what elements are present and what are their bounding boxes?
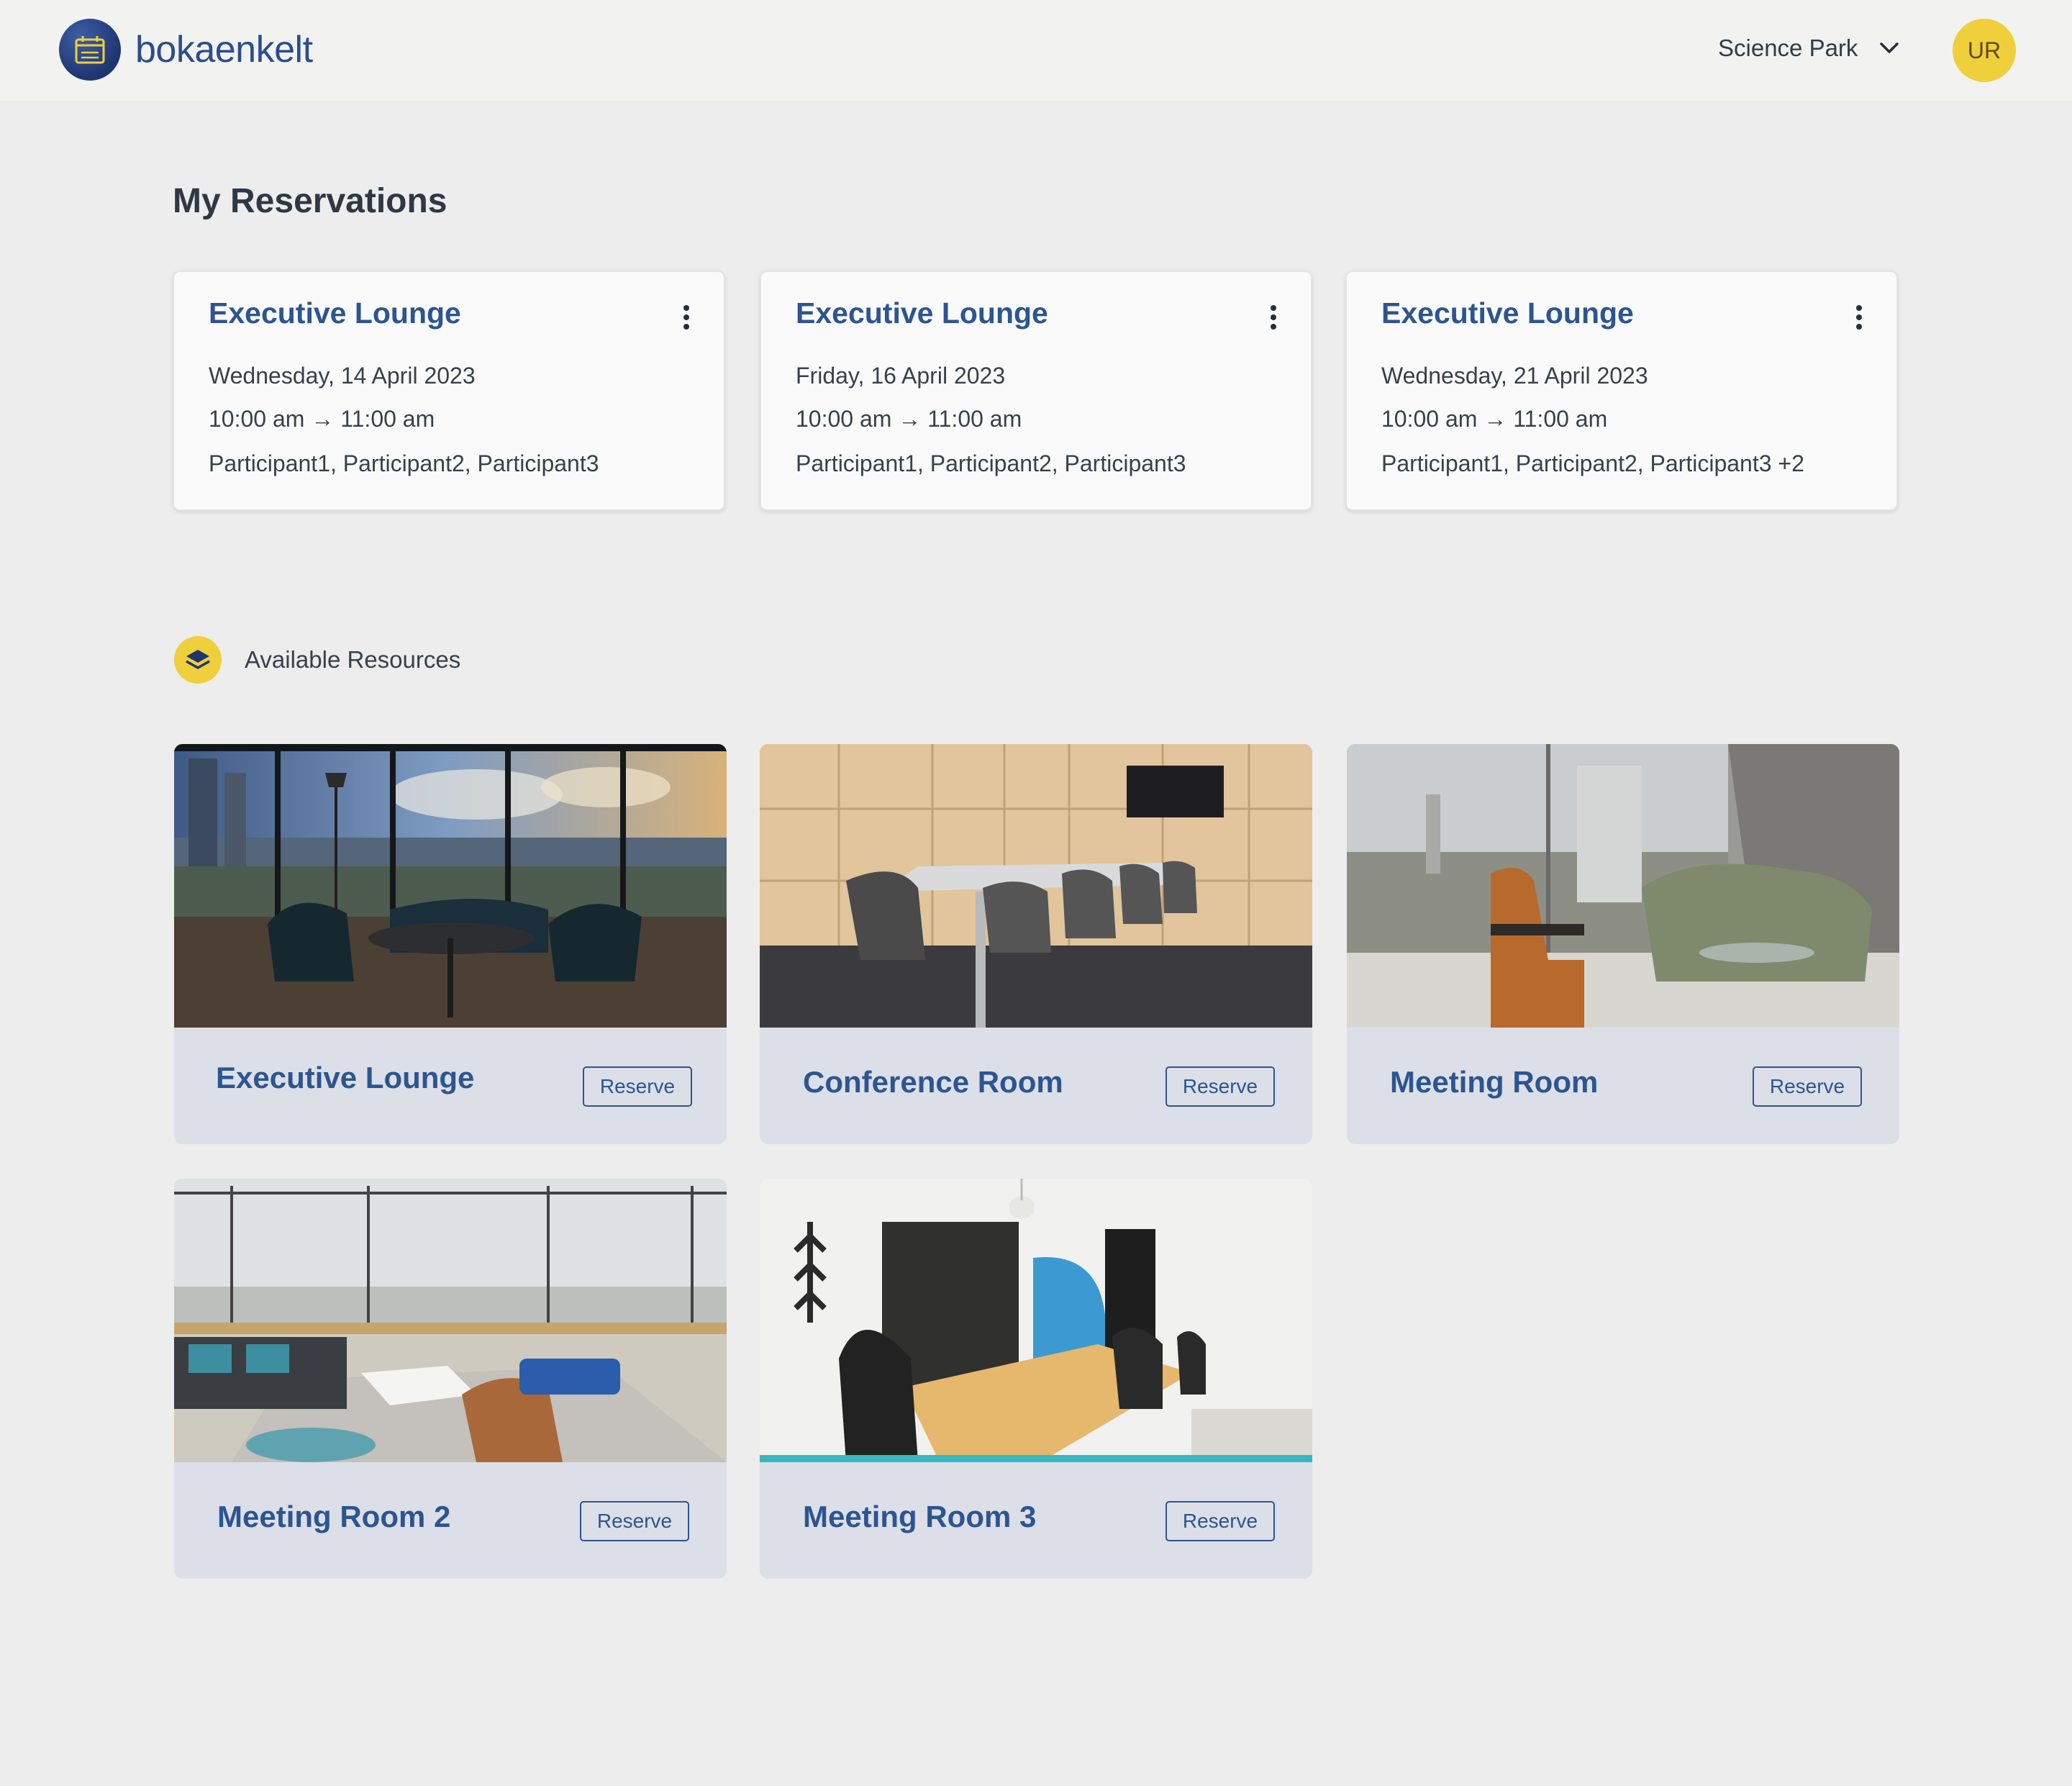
resource-name: Meeting Room 3 <box>803 1500 1037 1533</box>
section-heading: Available Resources <box>245 646 461 673</box>
resource-card[interactable]: Meeting Room Reserve <box>1347 744 1899 1144</box>
reservation-date: Friday, 16 April 2023 <box>796 363 1006 389</box>
reservation-date: Wednesday, 21 April 2023 <box>1381 363 1648 389</box>
location-label: Science Park <box>1718 35 1858 61</box>
room-photo <box>760 1179 1312 1462</box>
reserve-button[interactable]: Reserve <box>1166 1501 1275 1541</box>
room-photo <box>174 744 727 1028</box>
resource-card[interactable]: Executive Lounge Reserve <box>174 744 727 1144</box>
resource-name: Meeting Room <box>1390 1065 1599 1099</box>
location-selector[interactable]: Science Park <box>1718 35 1899 62</box>
reservation-time: 10:00 am → 11:00 am <box>209 406 435 432</box>
more-options-icon[interactable] <box>1855 305 1863 332</box>
resource-name: Meeting Room 2 <box>217 1500 451 1533</box>
resource-card[interactable]: Conference Room Reserve <box>760 744 1312 1144</box>
page-title: My Reservations <box>173 182 447 220</box>
reservation-time: 10:00 am → 11:00 am <box>796 406 1022 432</box>
reservation-time: 10:00 am → 11:00 am <box>1381 406 1608 432</box>
reservation-room: Executive Lounge <box>1381 296 1634 330</box>
reservation-participants: Participant1, Participant2, Participant3 <box>796 450 1186 476</box>
reservation-card[interactable]: Executive Lounge Wednesday, 14 April 202… <box>173 271 725 511</box>
chevron-down-icon <box>1880 42 1899 53</box>
reservation-date: Wednesday, 14 April 2023 <box>209 363 476 389</box>
room-photo <box>174 1179 727 1462</box>
resource-name: Conference Room <box>803 1065 1063 1099</box>
reserve-button[interactable]: Reserve <box>1753 1066 1862 1107</box>
user-avatar[interactable]: UR <box>1953 19 2016 82</box>
room-photo <box>760 744 1312 1028</box>
brand-name: bokaenkelt <box>135 29 313 71</box>
room-photo <box>1347 744 1899 1028</box>
reservation-room: Executive Lounge <box>796 296 1048 330</box>
reservation-participants: Participant1, Participant2, Participant3… <box>1381 450 1804 476</box>
top-bar: bokaenkelt Science Park UR <box>0 0 2072 101</box>
reservation-room: Executive Lounge <box>209 296 461 330</box>
more-options-icon[interactable] <box>1269 305 1278 332</box>
calendar-icon <box>59 19 121 81</box>
layers-icon <box>174 636 222 684</box>
resource-card[interactable]: Meeting Room 2 Reserve <box>174 1179 727 1579</box>
reserve-button[interactable]: Reserve <box>580 1501 689 1541</box>
reservation-participants: Participant1, Participant2, Participant3 <box>209 450 599 476</box>
more-options-icon[interactable] <box>682 305 691 332</box>
reservation-card[interactable]: Executive Lounge Friday, 16 April 2023 1… <box>760 271 1312 511</box>
reserve-button[interactable]: Reserve <box>583 1066 692 1107</box>
brand-logo[interactable]: bokaenkelt <box>59 19 313 81</box>
resource-card[interactable]: Meeting Room 3 Reserve <box>760 1179 1312 1579</box>
reserve-button[interactable]: Reserve <box>1166 1066 1275 1107</box>
reservation-card[interactable]: Executive Lounge Wednesday, 21 April 202… <box>1345 271 1898 511</box>
resource-name: Executive Lounge <box>216 1061 475 1094</box>
